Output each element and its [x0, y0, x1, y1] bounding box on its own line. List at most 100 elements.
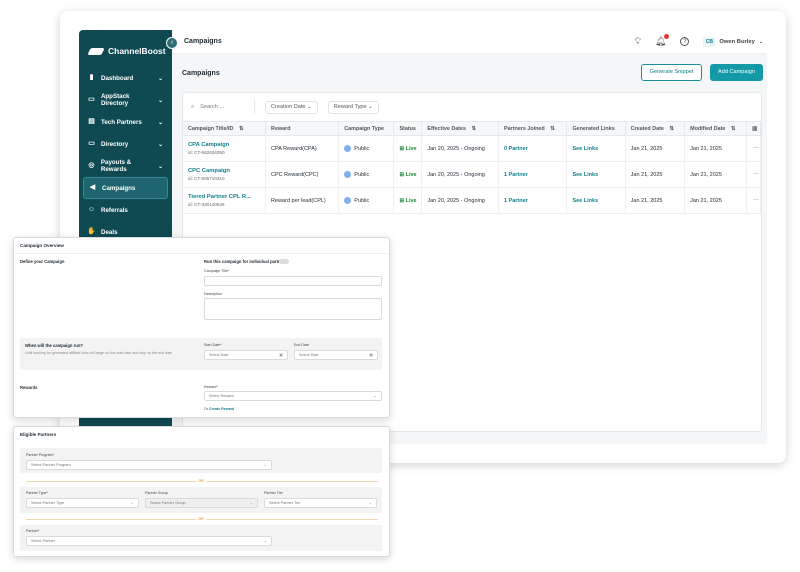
user-menu[interactable]: CB Owen Burley ⌄	[703, 36, 763, 47]
table-header-row: Campaign Title/ID ⇅ Reward Campaign Type St…	[183, 121, 761, 136]
row-menu-icon[interactable]: ⋯	[746, 187, 761, 214]
filter-bar: ⌕ Search ... Creation Date ⌄ Reward Type…	[183, 93, 761, 121]
partners-joined-cell: 1 Partner	[498, 161, 568, 188]
see-links-link[interactable]: See Links	[572, 198, 598, 204]
partners-joined-link[interactable]: 1 Partner	[504, 172, 528, 178]
sidebar-item-label: Deals	[101, 228, 118, 236]
see-links-link[interactable]: See Links	[572, 146, 598, 152]
creation-date-filter[interactable]: Creation Date ⌄	[265, 100, 318, 114]
column-header[interactable]: Partners Joined ⇅	[498, 121, 568, 136]
sort-icon[interactable]: ⇅	[550, 126, 555, 132]
row-menu-icon[interactable]: ⋯	[746, 135, 761, 162]
table-row[interactable]: CPA Campaign id: CT-662634050 CPA Reward(C…	[183, 135, 761, 162]
or-label: OR	[196, 516, 206, 521]
sidebar-item-label: Payouts & Rewards	[100, 159, 132, 173]
chevron-down-icon: ⌄	[758, 38, 763, 45]
type-cell: Public	[338, 187, 395, 214]
chevron-down-icon: ⌄	[157, 75, 163, 82]
column-header[interactable]: Reward	[265, 121, 340, 136]
sidebar-item-referrals[interactable]: ☺ Referrals	[83, 199, 168, 221]
sort-icon[interactable]: ⇅	[731, 126, 736, 132]
partner-label: Partner*	[26, 529, 40, 533]
sidebar-item-campaigns[interactable]: ◀ Campaigns	[83, 177, 168, 199]
sidebar-item-label: Dashboard	[101, 74, 134, 82]
description-field[interactable]	[204, 298, 382, 320]
reward-type-filter[interactable]: Reward Type ⌄	[327, 100, 379, 114]
campaign-overview-title: Campaign Overview	[14, 238, 389, 254]
sidebar-item-dashboard[interactable]: ▮ Dashboard ⌄	[83, 67, 168, 89]
effective-dates-cell: Jan 20, 2025 - Ongoing	[421, 187, 499, 214]
define-campaign-label: Define your Campaign	[20, 259, 65, 264]
folder-icon: ▭	[88, 140, 95, 147]
notification-bell-icon[interactable]: 🔔︎	[655, 34, 670, 47]
partner-program-select[interactable]: Select Partner Program ⌄	[26, 460, 272, 470]
chevron-down-icon: ⌄	[263, 462, 267, 467]
sidebar-item-payouts-rewards[interactable]: ◎ Payouts & Rewards ⌄	[83, 155, 168, 177]
status-cell: ⊞ Live	[393, 161, 423, 188]
chevron-down-icon: ⌄	[157, 141, 163, 148]
see-links-link[interactable]: See Links	[572, 172, 598, 178]
row-menu-icon[interactable]: ⋯	[746, 161, 761, 188]
links-cell: See Links	[566, 135, 626, 162]
globe-icon	[344, 171, 352, 178]
screenshot-stage: ChannelBoost ‹ ▮ Dashboard ⌄ ▭ AppStack Dire…	[0, 0, 800, 572]
column-header[interactable]: Effective Dates ⇅	[421, 121, 499, 136]
partner-group-select[interactable]: Select Partner Group ⌄	[145, 498, 258, 508]
column-settings-icon[interactable]: ▥	[746, 121, 761, 136]
campaign-id: id: CT-505710310	[188, 176, 225, 181]
table-row[interactable]: CPC Campaign id: CT-505710310 CPC Reward(C…	[183, 161, 761, 188]
effective-dates-cell: Jan 20, 2025 - Ongoing	[421, 161, 499, 188]
column-header-label: Campaign Title/ID	[188, 125, 234, 132]
partner-group-label: Partner Group	[145, 491, 168, 495]
sort-icon[interactable]: ⇅	[239, 126, 244, 132]
status-cell: ⊞ Live	[393, 135, 423, 162]
column-header[interactable]: Generated Links	[566, 121, 626, 136]
column-header-label: Reward	[271, 125, 291, 132]
generate-snippet-button[interactable]: Generate Snippet	[641, 64, 702, 81]
partner-select[interactable]: Select Partner ⌄	[26, 536, 272, 546]
chevron-down-icon: ⌄	[373, 393, 377, 398]
add-campaign-button[interactable]: Add Campaign	[710, 64, 763, 81]
chevron-down-icon: ⌄	[368, 500, 372, 505]
when-run-help: Until tracking for generated affiliate l…	[25, 351, 173, 355]
sidebar-item-tech-partners[interactable]: ▤ Tech Partners ⌄	[83, 111, 168, 133]
sidebar-item-appstack-directory[interactable]: ▭ AppStack Directory ⌄	[83, 89, 168, 111]
sort-icon[interactable]: ⇅	[669, 126, 674, 132]
column-header[interactable]: Created Date ⇅	[625, 121, 686, 136]
sidebar-item-directory[interactable]: ▭ Directory ⌄	[83, 133, 168, 155]
column-header[interactable]: Status	[393, 121, 423, 136]
campaigns-table: Campaign Title/ID ⇅ Reward Campaign Type St…	[183, 121, 761, 214]
reward-cell: Reward per lead(CPL)	[265, 187, 340, 214]
status-badge: ⊞ Live	[399, 145, 417, 152]
campaign-title-field[interactable]	[204, 276, 382, 286]
column-header-label: Effective Dates	[427, 125, 467, 132]
partners-joined-link[interactable]: 1 Partner	[504, 198, 528, 204]
sort-icon[interactable]: ⇅	[472, 126, 477, 132]
campaign-title-link[interactable]: CPC Campaign	[188, 168, 265, 174]
column-header[interactable]: Campaign Title/ID ⇅	[183, 121, 267, 136]
chevron-down-icon: ⌄	[157, 97, 163, 104]
column-header[interactable]: Modified Date ⇅	[684, 121, 748, 136]
campaign-title-link[interactable]: Tiered Partner CPL R...	[188, 194, 265, 200]
section-heading: Campaigns	[182, 70, 220, 77]
lightbulb-icon[interactable]: 💡︎	[635, 36, 641, 47]
individual-partner-toggle[interactable]	[279, 259, 289, 264]
search-input[interactable]: ⌕ Search ...	[191, 100, 255, 114]
partners-joined-link[interactable]: 0 Partner	[504, 146, 528, 152]
reward-select[interactable]: Select Reward ⌄	[204, 391, 382, 401]
campaign-title-link[interactable]: CPA Campaign	[188, 142, 265, 148]
partner-type-select[interactable]: Select Partner Type ⌄	[26, 498, 139, 508]
start-date-field[interactable]: Select Date ▣	[204, 350, 288, 360]
column-header[interactable]: Campaign Type	[338, 121, 395, 136]
start-date-placeholder: Select Date	[209, 353, 229, 357]
table-row[interactable]: Tiered Partner CPL R... id: CT-330140546 R…	[183, 187, 761, 214]
campaign-type: Public	[354, 145, 370, 152]
create-reward-link[interactable]: Create Reward	[209, 407, 234, 411]
help-icon[interactable]: ?	[680, 37, 690, 46]
individual-partner-label: Run this campaign for individual partner	[204, 259, 285, 264]
partner-tier-select[interactable]: Select Partner Tier ⌄	[264, 498, 377, 508]
avatar: CB	[703, 36, 716, 47]
brand-logo[interactable]: ChannelBoost	[79, 38, 172, 64]
end-date-field[interactable]: Select Date ▣	[294, 350, 378, 360]
campaign-cell: CPC Campaign id: CT-505710310	[183, 161, 267, 188]
